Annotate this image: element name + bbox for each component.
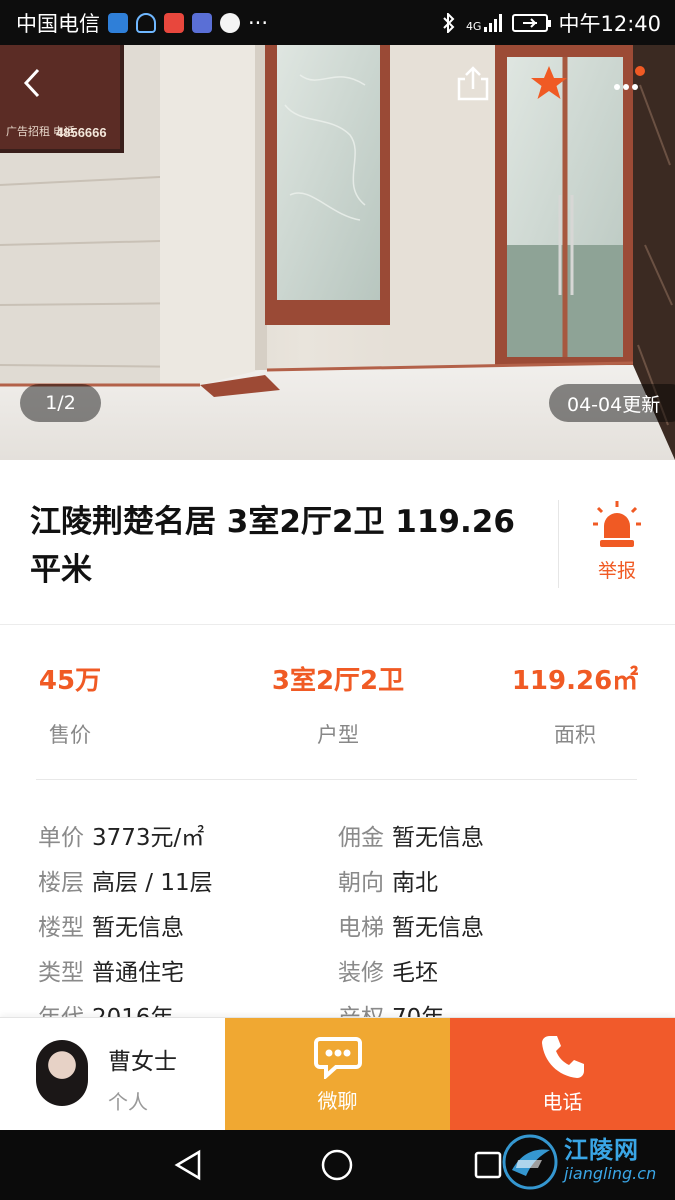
report-label: 举报 xyxy=(597,560,636,582)
site-watermark: 江陵网 jiangling.cn xyxy=(498,1128,675,1198)
carrier-label: 中国电信 xyxy=(16,11,100,36)
detail-property-rights: 产权 70年 xyxy=(338,998,444,1018)
price-stat: 45万 售价 xyxy=(36,660,104,749)
back-button[interactable] xyxy=(22,67,62,107)
listing-title: 江陵荆楚名居 3室2厅2卫 119.26平米 xyxy=(30,504,515,588)
triangle-back-icon xyxy=(174,1149,201,1181)
property-details: 单价 3773元/㎡ 佣金 暂无信息 楼层 高层 / 11层 朝向 南北 楼型 暂无信息 … xyxy=(38,818,638,1018)
detail-commission: 佣金 暂无信息 xyxy=(338,818,484,852)
detail-key: 装修 xyxy=(338,960,384,986)
headset-app-icon xyxy=(136,12,156,33)
detail-property-type: 类型 普通住宅 xyxy=(38,953,184,987)
star-icon xyxy=(531,66,567,99)
chevron-left-icon xyxy=(23,68,40,98)
news-app-icon xyxy=(164,12,184,33)
nav-back-button[interactable] xyxy=(168,1145,208,1185)
detail-key: 类型 xyxy=(38,960,84,986)
status-bar: 中国电信 ··· 4G 中午12:40 xyxy=(0,0,675,45)
report-button[interactable]: 举报 xyxy=(558,500,675,588)
watermark-logo-icon xyxy=(502,1134,558,1190)
detail-value: 南北 xyxy=(392,870,438,896)
detail-elevator: 电梯 暂无信息 xyxy=(338,908,484,942)
more-options-button[interactable] xyxy=(606,65,650,109)
detail-floor: 楼层 高层 / 11层 xyxy=(38,863,213,897)
detail-value: 暂无信息 xyxy=(392,825,484,851)
watermark-name: 江陵网 xyxy=(564,1136,639,1164)
avatar xyxy=(36,1040,88,1106)
detail-value: 高层 / 11层 xyxy=(92,870,213,896)
agent-type: 个人 xyxy=(108,1090,148,1114)
bluetooth-icon xyxy=(443,12,455,33)
detail-key: 楼型 xyxy=(38,915,84,941)
detail-value: 普通住宅 xyxy=(92,960,184,986)
call-label: 电话 xyxy=(542,1090,583,1114)
watermark-url: jiangling.cn xyxy=(564,1164,657,1183)
share-icon xyxy=(457,66,489,101)
detail-orientation: 朝向 南北 xyxy=(338,863,438,897)
shield-app-icon xyxy=(108,12,128,33)
detail-key: 佣金 xyxy=(338,825,384,851)
layout-label: 户型 xyxy=(317,723,359,747)
detail-building-type: 楼型 暂无信息 xyxy=(38,908,184,942)
detail-value: 毛坯 xyxy=(392,960,438,986)
signal-icon xyxy=(484,13,503,32)
layout-stat: 3室2厅2卫 户型 xyxy=(258,660,418,749)
more-notifications-icon: ··· xyxy=(248,10,269,35)
update-date-badge: 04-04更新 xyxy=(549,384,675,422)
clock: 中午12:40 xyxy=(558,11,661,36)
detail-key: 楼层 xyxy=(38,870,84,896)
sign-phone-number: 4856666 xyxy=(56,125,107,140)
key-stats: 45万 售价 3室2厅2卫 户型 119.26㎡ 面积 xyxy=(36,660,640,780)
detail-key: 电梯 xyxy=(338,915,384,941)
chat-bubble-icon xyxy=(313,1037,362,1079)
detail-value: 暂无信息 xyxy=(392,915,484,941)
alarm-siren-icon xyxy=(593,501,641,547)
chat-label: 微聊 xyxy=(317,1089,358,1113)
area-label: 面积 xyxy=(554,723,596,747)
favorite-button[interactable] xyxy=(530,65,574,109)
detail-decoration: 装修 毛坯 xyxy=(338,953,438,987)
detail-value: 3773元/㎡ xyxy=(92,825,205,851)
circle-home-icon xyxy=(321,1149,353,1181)
phone-icon xyxy=(541,1036,584,1078)
price-value: 45万 xyxy=(38,666,102,696)
layout-value: 3室2厅2卫 xyxy=(271,666,405,696)
chat-button[interactable]: 微聊 xyxy=(225,1018,450,1131)
agent-profile[interactable]: 曹女士 个人 xyxy=(0,1018,225,1131)
area-stat: 119.26㎡ 面积 xyxy=(510,660,640,749)
nav-home-button[interactable] xyxy=(317,1145,357,1185)
battery-icon xyxy=(512,13,552,32)
share-button[interactable] xyxy=(456,65,500,109)
detail-key: 单价 xyxy=(38,825,84,851)
contact-bar: 曹女士 个人 微聊 电话 xyxy=(0,1017,675,1131)
photo-counter: 1/2 xyxy=(20,384,101,422)
mail-app-icon xyxy=(192,12,212,33)
detail-unit-price: 单价 3773元/㎡ xyxy=(38,818,204,852)
area-value: 119.26㎡ xyxy=(511,666,639,696)
listing-photo[interactable]: 广告招租 电话 4856666 1/2 04-04更新 xyxy=(0,45,675,460)
call-button[interactable]: 电话 xyxy=(450,1018,675,1131)
detail-value: 暂无信息 xyxy=(92,915,184,941)
network-type-label: 4G xyxy=(465,19,482,33)
browser-app-icon xyxy=(220,12,240,33)
detail-year-built: 年代 2016年 xyxy=(38,998,174,1018)
detail-key: 朝向 xyxy=(338,870,384,896)
agent-name: 曹女士 xyxy=(108,1049,177,1075)
title-section: 江陵荆楚名居 3室2厅2卫 119.26平米 举报 xyxy=(0,460,675,625)
more-dots-icon xyxy=(614,66,645,90)
price-label: 售价 xyxy=(49,723,91,747)
